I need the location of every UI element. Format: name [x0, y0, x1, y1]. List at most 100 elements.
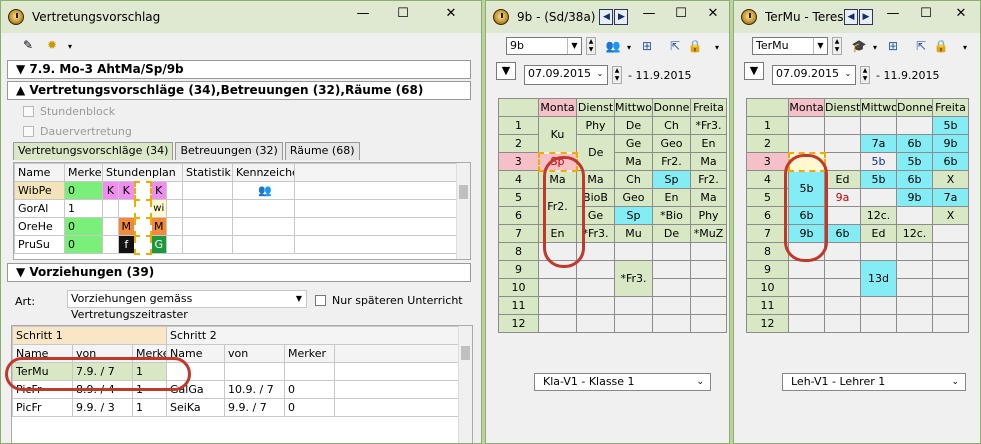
minimize-button[interactable]: — [876, 1, 910, 25]
lesson-cell[interactable]: 6b [824, 224, 861, 243]
table-row[interactable]: OreHe 0 M M [14, 216, 460, 237]
empty-slot[interactable] [652, 314, 691, 333]
klasse-select[interactable]: 9b ▼ [506, 37, 582, 55]
prev-arrow-icon[interactable]: ◀ [599, 9, 614, 25]
empty-slot[interactable] [896, 296, 933, 315]
empty-slot[interactable] [860, 242, 897, 261]
lesson-cell[interactable]: 7a [932, 188, 969, 207]
tab-betreuungen[interactable]: Betreuungen (32) [175, 142, 283, 160]
lesson-cell[interactable]: Ma [690, 188, 727, 207]
section-vorziehungen[interactable]: ▼ Vorziehungen (39) [7, 263, 471, 282]
lesson-cell[interactable]: 9b [932, 134, 969, 153]
lesson-cell[interactable]: En [652, 188, 691, 207]
empty-slot[interactable] [860, 296, 897, 315]
empty-slot[interactable] [824, 242, 861, 261]
empty-slot[interactable] [896, 260, 933, 279]
lesson-cell[interactable]: 7a [860, 134, 897, 153]
empty-slot[interactable] [824, 206, 861, 225]
prev-arrow-icon[interactable]: ◀ [844, 9, 858, 25]
lesson-cell[interactable]: Fr2. [652, 152, 691, 171]
empty-slot[interactable] [538, 278, 577, 297]
period-toggle[interactable]: ▼ [496, 62, 516, 80]
empty-slot[interactable] [690, 314, 727, 333]
empty-slot[interactable] [932, 260, 969, 279]
next-arrow-icon[interactable]: ▶ [614, 9, 629, 25]
empty-slot[interactable] [690, 260, 727, 279]
empty-slot[interactable] [576, 278, 615, 297]
empty-slot[interactable] [576, 260, 615, 279]
day-header[interactable]: Freita [690, 98, 727, 117]
chevron-down-icon[interactable]: ▾ [866, 40, 884, 56]
table-row[interactable]: WibPe 0 K K K 👥 [14, 180, 460, 201]
lesson-cell[interactable]: 6b [896, 170, 933, 189]
lesson-cell[interactable]: Sp [652, 170, 691, 189]
empty-slot[interactable] [652, 260, 691, 279]
close-button[interactable]: ✕ [431, 1, 471, 25]
day-header[interactable]: Freita [932, 98, 969, 117]
lesson-cell[interactable]: Geo [652, 134, 691, 153]
lesson-cell[interactable]: Ku [538, 116, 577, 153]
lesson-cell[interactable]: Ch [614, 170, 653, 189]
day-header[interactable]: Donne [896, 98, 933, 117]
empty-slot[interactable] [690, 278, 727, 297]
empty-slot[interactable] [860, 188, 897, 207]
dauervertretung-checkbox[interactable]: Dauervertretung [23, 125, 132, 138]
lesson-cell[interactable]: 9a [824, 188, 861, 207]
lock-icon[interactable]: 🔒 [932, 38, 950, 54]
lesson-cell[interactable]: Sp [614, 206, 653, 225]
lehrer-format-select[interactable]: Leh-V1 - Lehrer 1 ⌄ [782, 373, 966, 391]
chevron-down-icon[interactable]: ▾ [61, 39, 79, 55]
vertical-scrollbar[interactable] [458, 326, 472, 443]
lesson-cell[interactable]: *Fr3. [690, 116, 727, 135]
day-header[interactable]: Dienst [576, 98, 615, 117]
col-header-merker-2[interactable]: Merker [284, 344, 336, 363]
stundenblock-checkbox[interactable]: Stundenblock [23, 105, 115, 118]
empty-slot[interactable] [896, 242, 933, 261]
date-from-field[interactable]: 07.09.2015 ⌄ [524, 65, 608, 85]
empty-slot[interactable] [614, 242, 653, 261]
day-header[interactable]: Mittwo [614, 98, 653, 117]
grid-icon[interactable]: ⊞ [884, 38, 902, 54]
lesson-cell[interactable]: De [652, 224, 691, 243]
table-row[interactable]: PruSu 0 f G [14, 234, 460, 255]
empty-slot[interactable] [932, 314, 969, 333]
minimize-button[interactable]: — [343, 1, 383, 25]
lesson-cell[interactable]: 12c. [860, 206, 897, 225]
lesson-cell[interactable]: Geo [614, 188, 653, 207]
empty-slot[interactable] [690, 296, 727, 315]
lesson-cell[interactable]: Ge [614, 134, 653, 153]
klasse-format-select[interactable]: Kla-V1 - Klasse 1 ⌄ [534, 373, 711, 391]
empty-slot[interactable] [788, 314, 825, 333]
lesson-cell[interactable]: 5b [860, 170, 897, 189]
lesson-cell[interactable]: En [690, 134, 727, 153]
lesson-cell[interactable]: 13d [860, 260, 897, 297]
lesson-cell[interactable]: 12c. [896, 224, 933, 243]
klasse-spinner[interactable]: ▲ ▼ [586, 37, 596, 55]
date-spinner[interactable]: ▲ ▼ [612, 66, 622, 84]
grid-icon[interactable]: ⊞ [638, 38, 656, 54]
export-icon[interactable]: ⇱ [912, 38, 930, 54]
lesson-cell[interactable]: Ma [690, 152, 727, 171]
lehrer-select[interactable]: TerMu ▼ [752, 37, 828, 55]
empty-slot[interactable] [932, 296, 969, 315]
day-header[interactable]: Mittwo [860, 98, 897, 117]
date-spinner[interactable]: ▲ ▼ [860, 66, 870, 84]
chevron-down-icon[interactable]: ▾ [708, 40, 726, 56]
tab-vertretungsvorschlaege[interactable]: Vertretungsvorschläge (34) [13, 142, 174, 160]
empty-slot[interactable] [860, 314, 897, 333]
empty-slot[interactable] [652, 242, 691, 261]
empty-slot[interactable] [788, 260, 825, 279]
art-select[interactable]: Vorziehungen gemäss Vertretungszeitraste… [67, 290, 307, 321]
section-vorschlaege[interactable]: ▲ Vertretungsvorschläge (34),Betreuungen… [7, 81, 471, 100]
date-from-field[interactable]: 07.09.2015 ⌄ [772, 65, 856, 85]
empty-slot[interactable] [652, 278, 691, 297]
col-header-stundenplan[interactable]: Stundenplan [101, 163, 184, 182]
lesson-cell[interactable]: Ma [614, 152, 653, 171]
col-header-name[interactable]: Name [14, 163, 65, 182]
lesson-cell[interactable]: X [932, 206, 969, 225]
lehrer-spinner[interactable]: ▲ ▼ [832, 37, 842, 55]
empty-slot[interactable] [896, 116, 933, 135]
table-row[interactable]: GorAl 1 wi [14, 198, 460, 219]
empty-slot[interactable] [824, 314, 861, 333]
header-line[interactable]: ▼ 7.9. Mo-3 AhtMa/Sp/9b [7, 60, 471, 79]
